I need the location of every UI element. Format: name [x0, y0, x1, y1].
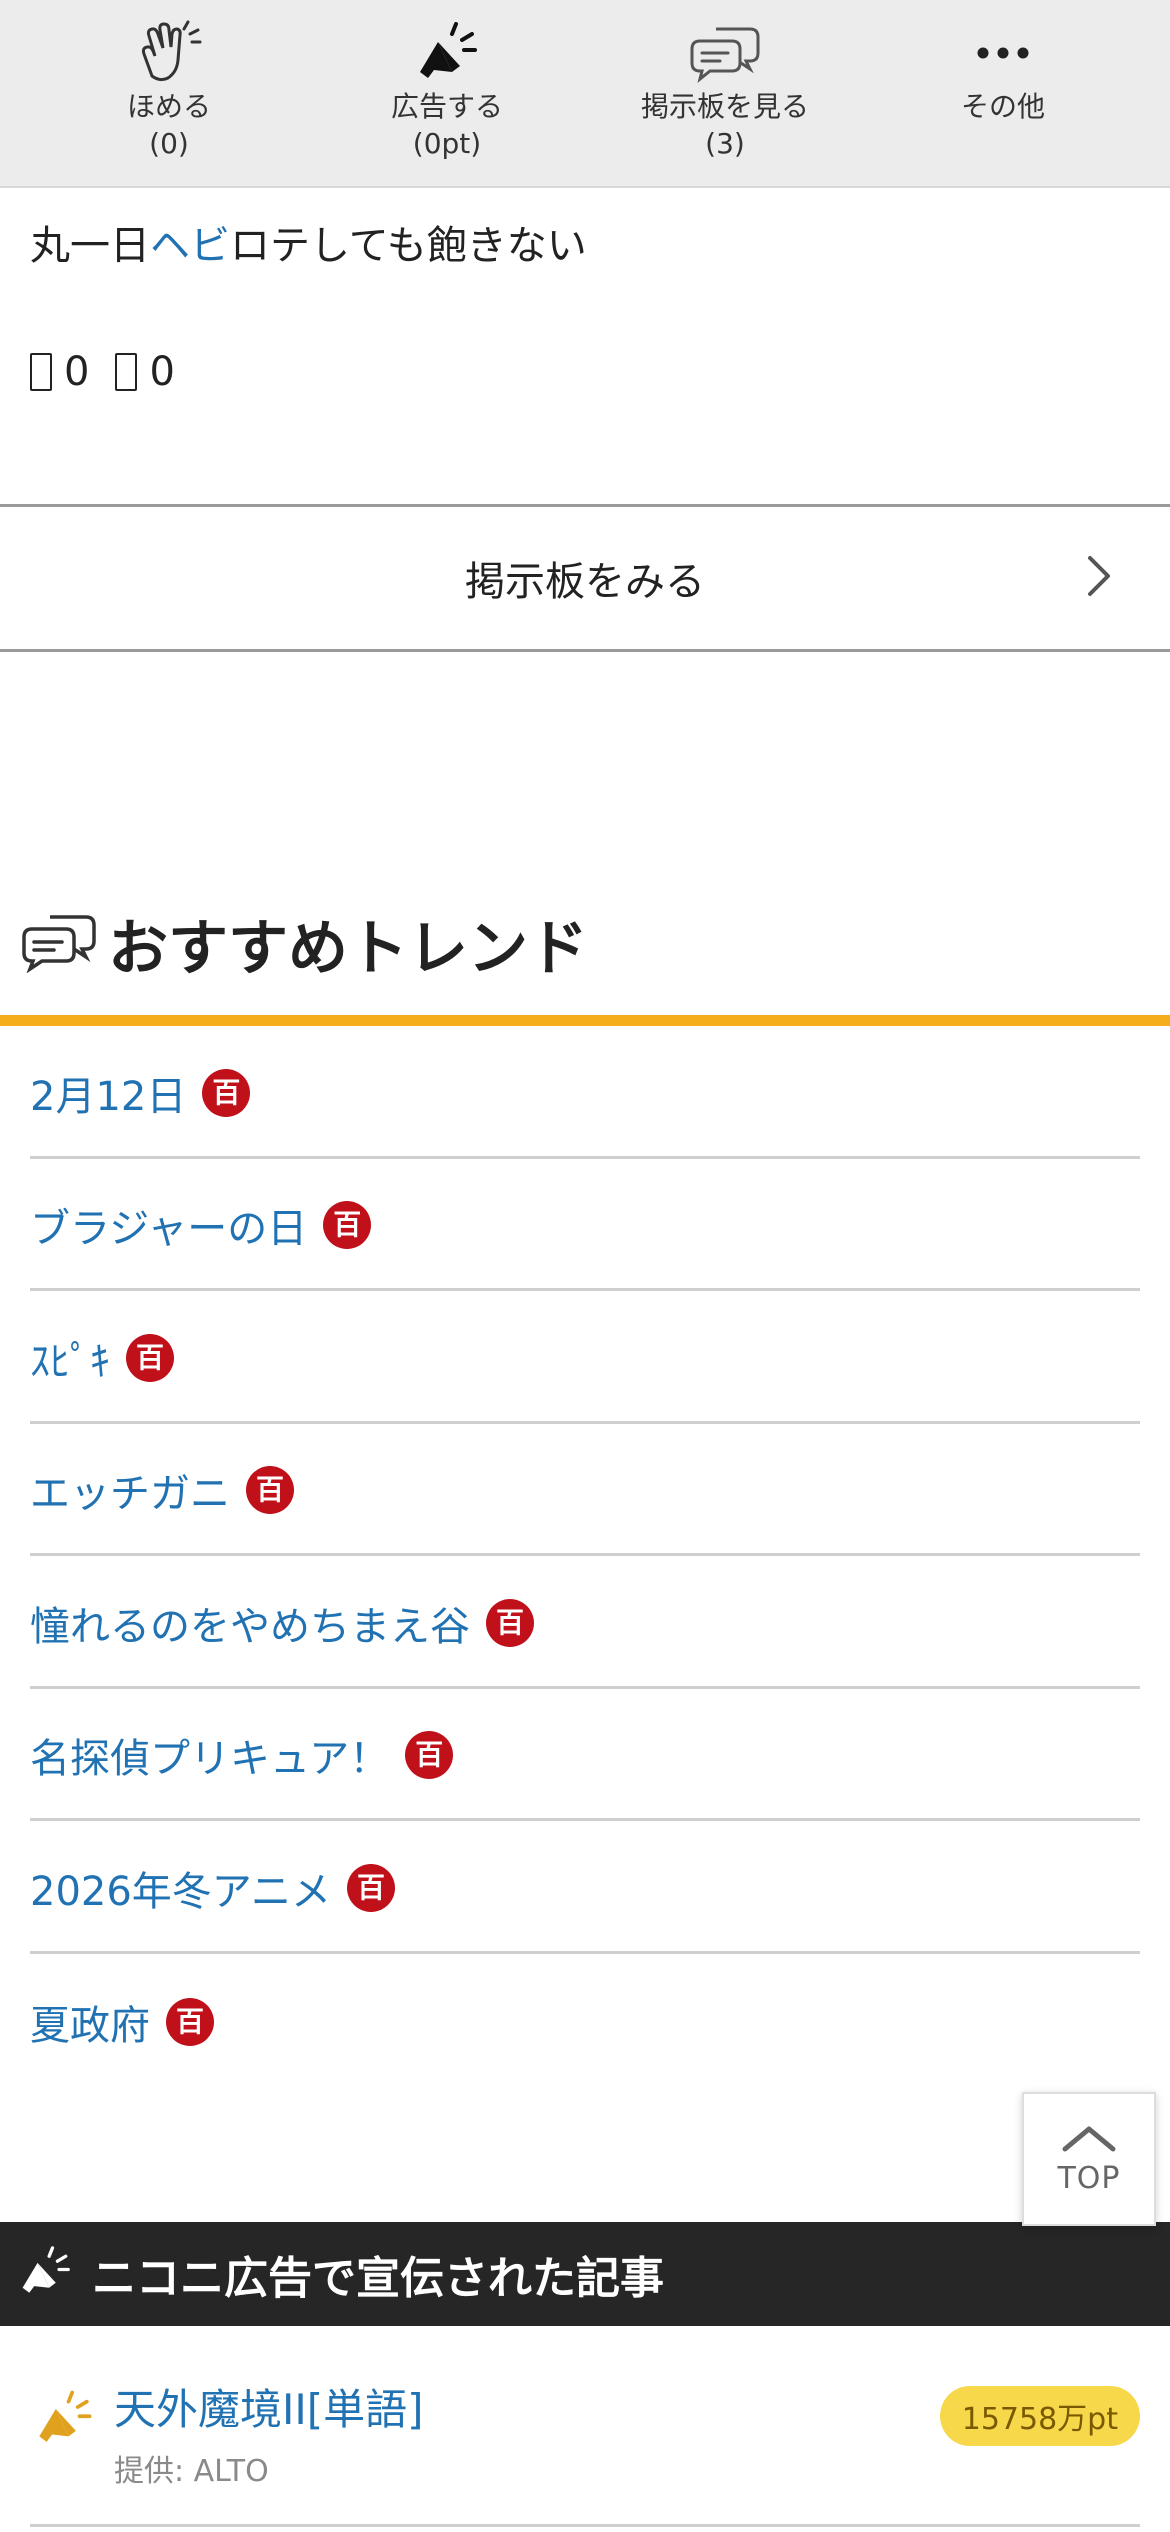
trend-item[interactable]: 夏政府 百 — [30, 1954, 1140, 2087]
chat-bubbles-icon — [687, 18, 763, 88]
trend-item[interactable]: 名探偵プリキュア！ 百 — [30, 1689, 1140, 1821]
trend-item-link[interactable]: エッチガニ — [30, 1461, 230, 1519]
comment-text-after: ロテしても飽きない — [230, 223, 587, 269]
trend-item[interactable]: 2月12日 百 — [30, 1026, 1140, 1159]
ad-section-title: ニコニ広告で宣伝された記事 — [92, 2253, 664, 2304]
points-badge: 15758万pt — [939, 2386, 1140, 2446]
trend-item[interactable]: 憧れるのをやめちまえ谷 百 — [30, 1556, 1140, 1689]
dic-badge-text: 百 — [135, 1340, 164, 1374]
dic-badge-icon: 百 — [323, 1201, 372, 1250]
dic-badge-text: 百 — [356, 1870, 385, 1904]
view-board-count: (3) — [705, 127, 745, 160]
comment-text-before: 丸一日 — [30, 223, 150, 269]
megaphone-icon — [16, 2243, 74, 2305]
more-label: その他 — [960, 90, 1045, 123]
trend-item[interactable]: 2026年冬アニメ 百 — [30, 1821, 1140, 1954]
dic-badge-icon: 百 — [126, 1333, 174, 1382]
trend-item[interactable]: エッチガニ 百 — [30, 1424, 1140, 1556]
view-board-button[interactable]: 掲示板を見る (3) — [586, 0, 864, 186]
praise-button[interactable]: ほめる (0) — [30, 0, 308, 186]
scroll-to-top-button[interactable]: TOP — [1022, 2092, 1156, 2226]
advertise-button[interactable]: 広告する (0pt) — [308, 0, 586, 186]
trend-item-link[interactable]: 2026年冬アニメ — [30, 1859, 331, 1917]
trend-item[interactable]: ｽﾋﾟｷ 百 — [30, 1291, 1140, 1424]
dic-badge-icon: 百 — [166, 1997, 214, 2046]
view-board-link[interactable]: 掲示板をみる — [0, 504, 1170, 652]
chevron-right-icon — [1086, 554, 1112, 602]
megaphone-icon — [409, 18, 485, 88]
dic-badge-text: 百 — [212, 1075, 241, 1109]
thumbs-up-icon[interactable] — [30, 353, 52, 391]
view-board-link-label: 掲示板をみる — [465, 559, 705, 605]
trend-item-link[interactable]: 名探偵プリキュア！ — [30, 1726, 389, 1784]
divider — [30, 2524, 1140, 2527]
thumbs-down-icon[interactable] — [115, 353, 138, 391]
dic-badge-icon: 百 — [347, 1863, 395, 1912]
comment-text: 丸一日ヘビロテしても飽きない — [30, 218, 587, 274]
clap-icon — [131, 18, 207, 88]
trend-divider — [0, 1015, 1170, 1026]
praise-label: ほめる — [126, 90, 211, 123]
scroll-to-top-label: TOP — [1057, 2160, 1121, 2196]
trend-list: 2月12日 百 ブラジャーの日 百 ｽﾋﾟｷ 百 エッチガニ 百 憧れるのをやめ… — [30, 1026, 1140, 2086]
comment-keyword-link[interactable]: ヘビ — [150, 223, 230, 269]
dic-badge-icon: 百 — [486, 1598, 534, 1647]
ad-article-provider: 提供: ALTO — [114, 2454, 269, 2489]
trend-item-link[interactable]: 2月12日 — [30, 1064, 186, 1122]
view-board-label: 掲示板を見る — [640, 90, 809, 123]
dic-badge-text: 百 — [333, 1208, 362, 1242]
ad-article-link[interactable]: 天外魔境II[単語] — [114, 2376, 424, 2437]
vote-down-count: 0 — [149, 349, 175, 395]
comment-votes: 0 0 — [30, 344, 175, 400]
dic-badge-icon: 百 — [405, 1731, 454, 1780]
ad-article-item[interactable]: 天外魔境II[単語] 提供: ALTO 15758万pt — [0, 2326, 1170, 2526]
dic-badge-text: 百 — [255, 1473, 284, 1507]
dic-badge-text: 百 — [415, 1738, 444, 1772]
trend-item-link[interactable]: ブラジャーの日 — [30, 1196, 307, 1254]
chevron-up-icon — [1061, 2123, 1117, 2157]
more-dots-icon — [965, 18, 1041, 88]
advertise-points: (0pt) — [412, 127, 482, 160]
praise-count: (0) — [149, 127, 189, 160]
dic-badge-icon: 百 — [246, 1466, 294, 1515]
ad-section-header: ニコニ広告で宣伝された記事 — [0, 2222, 1170, 2326]
more-button[interactable]: その他 — [864, 0, 1142, 186]
trend-item-link[interactable]: ｽﾋﾟｷ — [30, 1329, 110, 1387]
trend-header: おすすめトレンド — [20, 900, 588, 987]
action-bar: ほめる (0) 広告する (0pt) 掲示板を見る (3) その他 — [0, 0, 1170, 188]
megaphone-icon — [32, 2388, 96, 2454]
trend-title: おすすめトレンド — [108, 914, 588, 984]
advertise-label: 広告する — [390, 90, 503, 123]
trend-item-link[interactable]: 憧れるのをやめちまえ谷 — [30, 1594, 470, 1652]
trend-item-link[interactable]: 夏政府 — [30, 1993, 150, 2051]
dic-badge-text: 百 — [495, 1605, 524, 1639]
dic-badge-text: 百 — [175, 2004, 204, 2038]
chat-bubbles-icon — [20, 911, 98, 977]
dic-badge-icon: 百 — [202, 1068, 251, 1117]
vote-up-count: 0 — [64, 349, 90, 395]
trend-item[interactable]: ブラジャーの日 百 — [30, 1159, 1140, 1291]
